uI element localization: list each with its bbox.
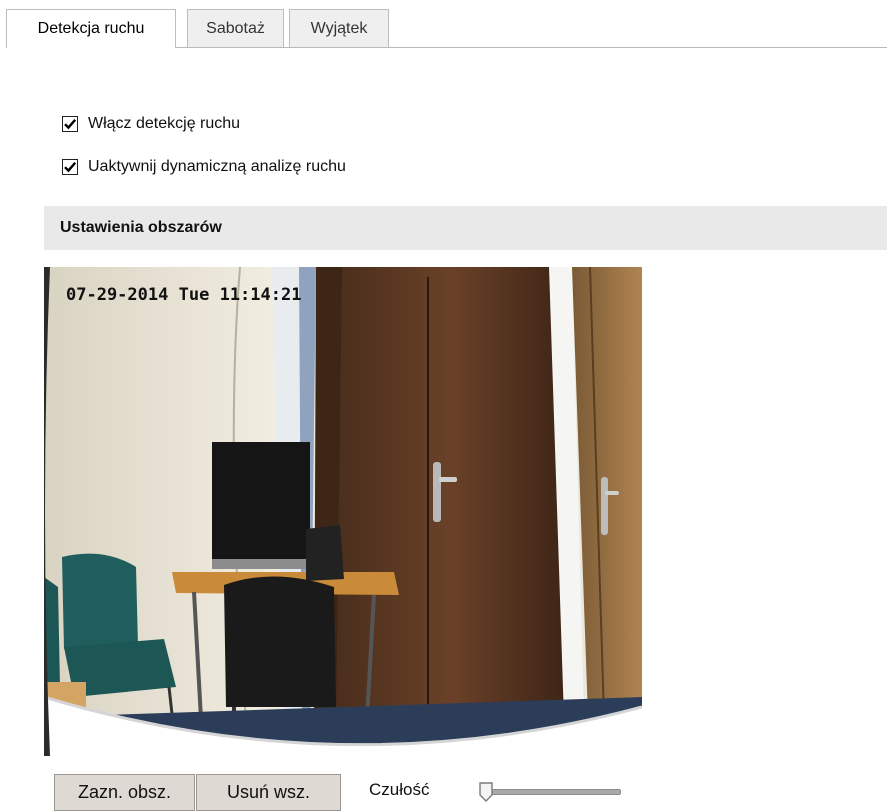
camera-image [44,267,642,756]
slider-thumb-icon[interactable] [479,782,493,802]
video-preview[interactable]: 07-29-2014 Tue 11:14:21 [44,267,642,756]
draw-area-button[interactable]: Zazn. obsz. [54,774,195,811]
enable-motion-checkbox[interactable] [62,116,78,132]
clear-all-button[interactable]: Usuń wsz. [196,774,341,811]
sensitivity-label: Czułość [369,780,430,799]
osd-date: 07-29-2014 [66,285,169,305]
osd-time: 11:14:21 [219,285,302,305]
tab-exception[interactable]: Wyjątek [289,9,389,47]
osd-day: Tue [178,285,210,305]
sensitivity-slider-track[interactable] [481,789,621,795]
checkmark-icon [64,119,77,130]
tab-motion-detection[interactable]: Detekcja ruchu [6,9,176,48]
enable-motion-label: Włącz detekcję ruchu [88,115,241,132]
dynamic-analysis-checkbox[interactable] [62,159,78,175]
area-settings-title: Ustawienia obszarów [60,219,222,236]
tab-tamper[interactable]: Sabotaż [187,9,284,47]
video-osd-timestamp: 07-29-2014 Tue 11:14:21 [66,285,301,305]
dynamic-analysis-option[interactable]: Uaktywnij dynamiczną analizę ruchu [62,155,346,179]
area-settings-header: Ustawienia obszarów [44,206,887,250]
enable-motion-option[interactable]: Włącz detekcję ruchu [62,112,240,136]
tab-bar: Detekcja ruchu Sabotaż Wyjątek [6,9,887,48]
dynamic-analysis-label: Uaktywnij dynamiczną analizę ruchu [88,158,346,175]
checkmark-icon [64,162,77,173]
